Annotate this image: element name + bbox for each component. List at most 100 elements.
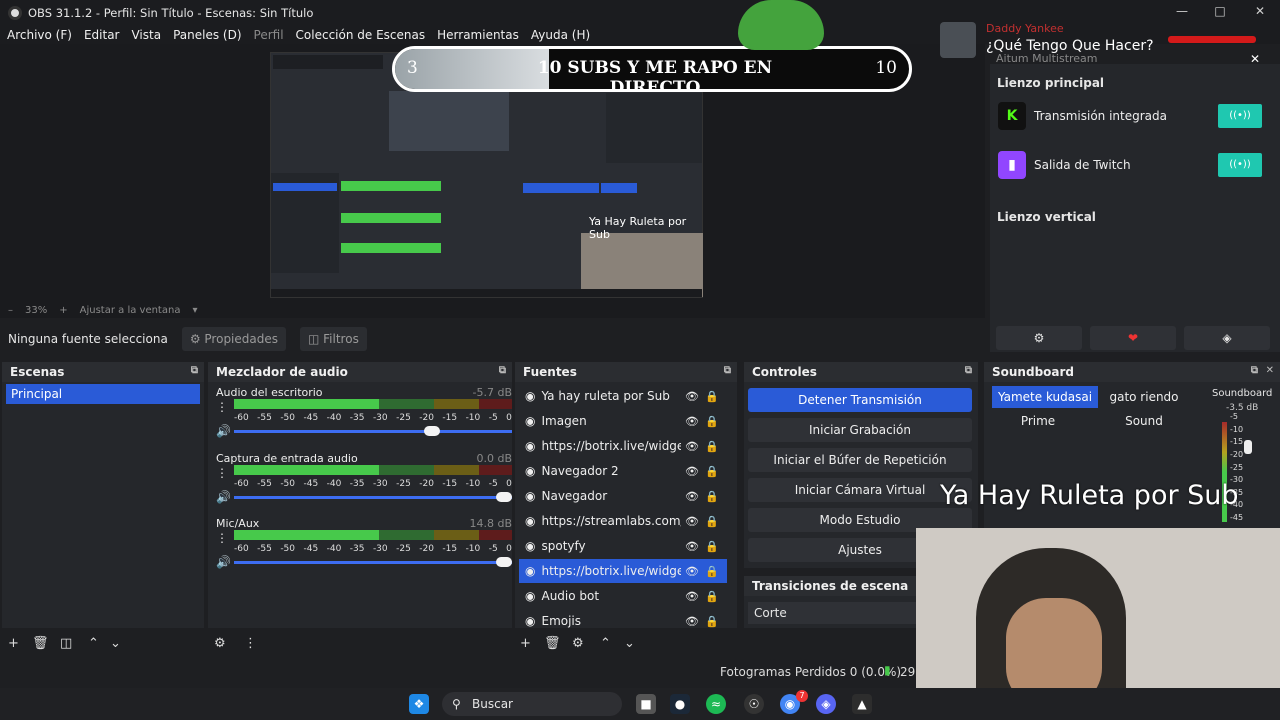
lock-icon[interactable]: 🔒 (705, 540, 719, 553)
eye-icon[interactable]: 👁 (685, 490, 699, 503)
channel-menu-icon[interactable]: ⋮ (216, 400, 228, 414)
move-up-icon[interactable]: ⌃ (88, 636, 99, 651)
menu-editar[interactable]: Editar (84, 28, 120, 42)
menu-ayuda[interactable]: Ayuda (H) (531, 28, 590, 42)
source-item[interactable]: ◉ https://botrix.live/widgets/e👁 🔒 (519, 559, 727, 583)
lock-icon[interactable]: 🔒 (705, 615, 719, 628)
control-button[interactable]: Detener Transmisión (748, 388, 972, 412)
sound-button-sound[interactable]: Sound (1098, 410, 1190, 432)
source-item[interactable]: ◉ Audio bot 👁 🔒 (519, 584, 727, 608)
eye-icon[interactable]: 👁 (685, 390, 699, 403)
properties-button[interactable]: ⚙ Propiedades (181, 327, 286, 351)
eye-icon[interactable]: 👁 (685, 415, 699, 428)
windows-start-icon[interactable]: ❖ (409, 694, 429, 714)
close-icon[interactable]: ✕ (1250, 4, 1270, 22)
float-icon[interactable]: ⧉ (724, 365, 731, 376)
remove-source-icon[interactable]: 🗑 (544, 636, 561, 651)
sound-button-yamete[interactable]: Yamete kudasai (992, 386, 1098, 408)
mixer-menu-icon[interactable]: ⋮ (244, 636, 257, 651)
volume-knob[interactable] (423, 426, 440, 436)
taskbar-search[interactable]: ⚲ Buscar (442, 692, 622, 716)
control-button[interactable]: Iniciar el Búfer de Repetición (748, 448, 972, 472)
sound-button-gato[interactable]: gato riendo (1098, 386, 1190, 408)
volume-slider[interactable] (234, 426, 512, 436)
mixer-settings-icon[interactable]: ⚙ (214, 636, 226, 651)
lock-icon[interactable]: 🔒 (705, 590, 719, 603)
source-item[interactable]: ◉ https://botrix.live/widgets/g👁 🔒 (519, 434, 727, 458)
menu-coleccion[interactable]: Colección de Escenas (296, 28, 426, 42)
control-button[interactable]: Iniciar Grabación (748, 418, 972, 442)
source-item[interactable]: ◉ Navegador 2 👁 🔒 (519, 459, 727, 483)
zoom-out-icon[interactable]: – (8, 305, 13, 316)
float-icon[interactable]: ⧉ (1251, 365, 1258, 376)
lock-icon[interactable]: 🔒 (705, 515, 719, 528)
speaker-icon[interactable]: 🔊 (216, 490, 231, 504)
discord-taskbar-icon[interactable]: ◈ (816, 694, 836, 714)
app-icon[interactable]: ▲ (852, 694, 872, 714)
eye-icon[interactable]: 👁 (685, 615, 699, 628)
source-properties-icon[interactable]: ⚙ (572, 636, 584, 651)
menu-archivo[interactable]: Archivo (F) (7, 28, 72, 42)
obs-taskbar-icon[interactable]: ☉ (744, 694, 764, 714)
minimize-icon[interactable]: — (1172, 4, 1192, 22)
float-icon[interactable]: ⧉ (499, 365, 506, 376)
file-explorer-icon[interactable]: ■ (636, 694, 656, 714)
eye-icon[interactable]: 👁 (685, 515, 699, 528)
menu-vista[interactable]: Vista (131, 28, 161, 42)
volume-slider[interactable] (234, 492, 512, 502)
lock-icon[interactable]: 🔒 (705, 565, 719, 578)
speaker-icon[interactable]: 🔊 (216, 555, 231, 569)
add-scene-icon[interactable]: + (8, 636, 19, 651)
control-button[interactable]: Iniciar Cámara Virtual (748, 478, 972, 502)
source-down-icon[interactable]: ⌄ (624, 636, 635, 651)
chevron-down-icon[interactable]: ▾ (192, 305, 197, 316)
discord-icon[interactable]: ◈ (1184, 326, 1270, 350)
menu-perfil[interactable]: Perfil (254, 28, 284, 42)
sound-button-prime[interactable]: Prime (992, 410, 1084, 432)
soundboard-close-icon[interactable]: ✕ (1266, 365, 1274, 376)
eye-icon[interactable]: 👁 (685, 440, 699, 453)
move-down-icon[interactable]: ⌄ (110, 636, 121, 651)
source-item[interactable]: ◉ spotyfy 👁 🔒 (519, 534, 727, 558)
speaker-icon[interactable]: 🔊 (216, 424, 231, 438)
remove-scene-icon[interactable]: 🗑 (32, 636, 49, 651)
scene-filters-icon[interactable]: ◫ (60, 636, 72, 651)
lock-icon[interactable]: 🔒 (705, 465, 719, 478)
float-icon[interactable]: ⧉ (965, 365, 972, 376)
menu-herramientas[interactable]: Herramientas (437, 28, 519, 42)
volume-slider[interactable] (234, 557, 512, 567)
steam-icon[interactable]: ● (670, 694, 690, 714)
channel-menu-icon[interactable]: ⋮ (216, 531, 228, 545)
volume-knob[interactable] (496, 557, 512, 567)
source-item[interactable]: ◉ Navegador 👁 🔒 (519, 484, 727, 508)
multistream-close-icon[interactable]: ✕ (1250, 52, 1260, 66)
source-item[interactable]: ◉ https://streamlabs.com/aler 👁 🔒 (519, 509, 727, 533)
lock-icon[interactable]: 🔒 (705, 440, 719, 453)
volume-knob[interactable] (496, 492, 512, 502)
settings-gear-icon[interactable]: ⚙ (996, 326, 1082, 350)
source-item[interactable]: ◉ Ya hay ruleta por Sub 👁 🔒 (519, 384, 727, 408)
eye-icon[interactable]: 👁 (685, 540, 699, 553)
menu-paneles[interactable]: Paneles (D) (173, 28, 241, 42)
output-toggle-button[interactable]: ((•)) (1218, 104, 1262, 128)
scene-item-principal[interactable]: Principal (6, 384, 200, 404)
eye-icon[interactable]: 👁 (685, 465, 699, 478)
lock-icon[interactable]: 🔒 (705, 490, 719, 503)
source-item[interactable]: ◉ Imagen 👁 🔒 (519, 409, 727, 433)
heart-icon[interactable]: ❤ (1090, 326, 1176, 350)
output-toggle-button[interactable]: ((•)) (1218, 153, 1262, 177)
transition-select[interactable]: Corte (748, 602, 916, 624)
filters-button[interactable]: ◫ Filtros (300, 327, 367, 351)
lock-icon[interactable]: 🔒 (705, 415, 719, 428)
maximize-icon[interactable]: □ (1210, 4, 1230, 22)
lock-icon[interactable]: 🔒 (705, 390, 719, 403)
source-item[interactable]: ◉ Emojis 👁 🔒 (519, 609, 727, 633)
eye-icon[interactable]: 👁 (685, 590, 699, 603)
source-up-icon[interactable]: ⌃ (600, 636, 611, 651)
channel-menu-icon[interactable]: ⋮ (216, 466, 228, 480)
float-icon[interactable]: ⧉ (191, 365, 198, 376)
zoom-in-icon[interactable]: + (59, 305, 67, 316)
spotify-icon[interactable]: ≈ (706, 694, 726, 714)
zoom-mode[interactable]: Ajustar a la ventana (80, 305, 181, 316)
add-source-icon[interactable]: + (520, 636, 531, 651)
